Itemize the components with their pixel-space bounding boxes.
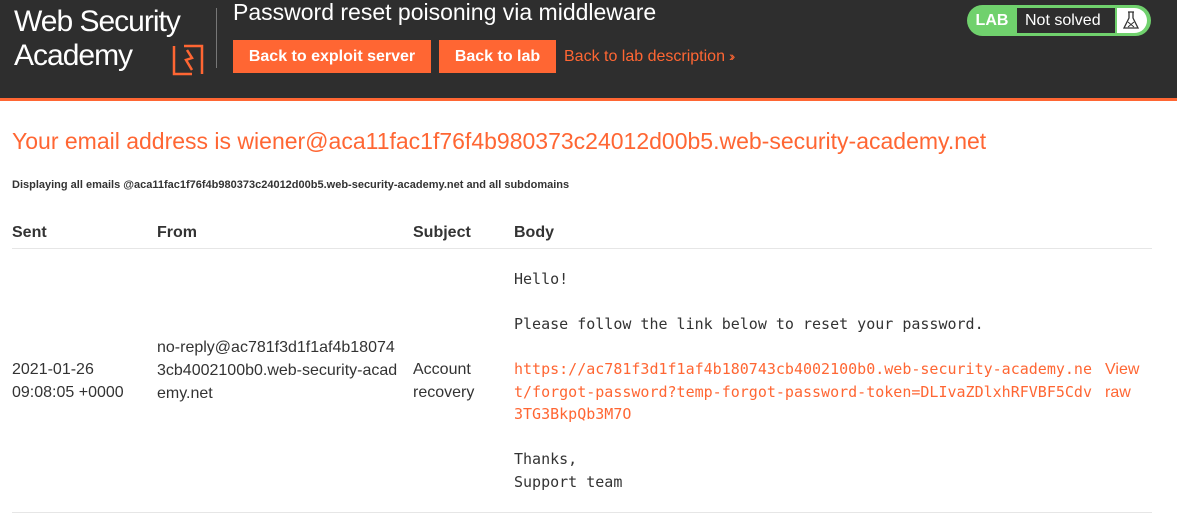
logo-text-line1: Web Security: [14, 5, 181, 38]
header-divider: [216, 8, 217, 68]
view-raw-link[interactable]: View raw: [1105, 358, 1155, 404]
password-reset-link[interactable]: https://ac781f3d1f1af4b180743cb4002100b0…: [514, 358, 1094, 426]
double-chevron-right-icon: ››: [728, 48, 736, 64]
lab-status-widget: LAB Not solved: [967, 5, 1151, 36]
body-instruction: Please follow the link below to reset yo…: [514, 315, 984, 333]
back-to-lab-description-label: Back to lab description: [564, 48, 725, 65]
column-header-sent: Sent: [12, 224, 47, 241]
email-subject: Account recovery: [413, 361, 475, 401]
back-to-exploit-server-button[interactable]: Back to exploit server: [233, 40, 431, 73]
table-header-divider: [12, 248, 1152, 249]
academy-lightning-icon: [172, 44, 204, 76]
back-to-lab-button[interactable]: Back to lab: [439, 40, 556, 73]
column-header-body: Body: [514, 224, 554, 241]
body-greeting: Hello!: [514, 270, 569, 288]
lab-badge: LAB: [975, 12, 1009, 29]
body-signature: Support team: [514, 472, 623, 491]
email-from: no-reply@ac781f3d1f1af4b180743cb4002100b…: [157, 339, 398, 402]
lab-status-text: Not solved: [1017, 8, 1115, 33]
flask-icon: [1117, 8, 1147, 33]
web-security-academy-logo[interactable]: Web Security Academy: [14, 4, 214, 76]
body-spacer: [514, 426, 1094, 449]
header: Web Security Academy Password reset pois…: [0, 0, 1177, 101]
lab-title: Password reset poisoning via middleware: [233, 0, 657, 25]
table-row-divider: [12, 512, 1152, 513]
body-signoff: Thanks,: [514, 450, 578, 468]
display-note: Displaying all emails @aca11fac1f76f4b98…: [12, 179, 570, 191]
email-sent-time: 2021-01-26 09:08:05 +0000: [12, 361, 124, 401]
email-address-heading: Your email address is wiener@aca11fac1f7…: [12, 128, 987, 154]
body-spacer: [514, 291, 1094, 314]
body-spacer: [514, 336, 1094, 359]
email-body: Hello! Please follow the link below to r…: [514, 268, 1094, 493]
column-header-subject: Subject: [413, 224, 471, 241]
back-to-lab-description-link[interactable]: Back to lab description ››: [564, 40, 736, 73]
column-header-from: From: [157, 224, 197, 241]
logo-text-line2: Academy: [14, 39, 133, 72]
